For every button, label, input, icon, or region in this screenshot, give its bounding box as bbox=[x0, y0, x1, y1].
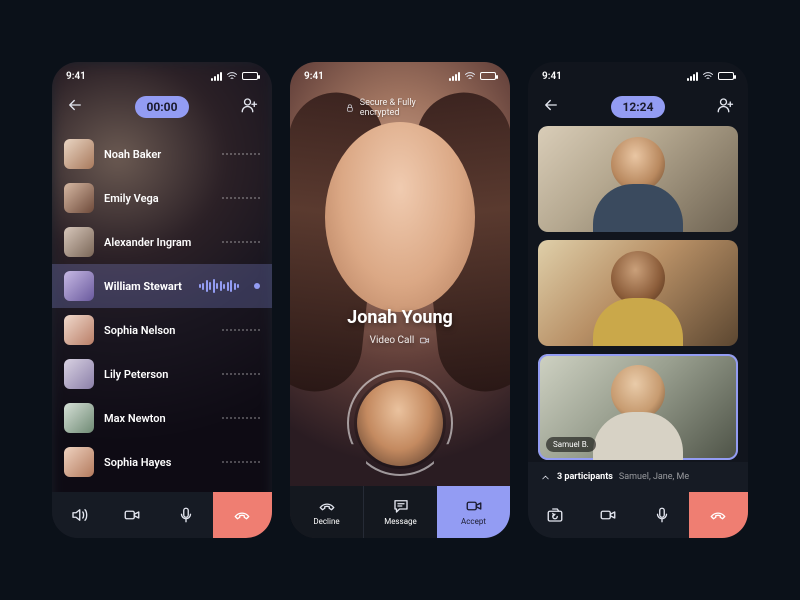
idle-indicator bbox=[222, 417, 260, 419]
call-timer-badge: 12:24 bbox=[611, 96, 666, 118]
encryption-notice: Secure & Fully encrypted bbox=[345, 98, 455, 118]
screen-group-video: 9:41 12:24 Samuel B. 3 participants Samu bbox=[528, 62, 748, 538]
video-tile-active[interactable]: Samuel B. bbox=[538, 354, 738, 460]
accept-button[interactable]: Accept bbox=[437, 486, 510, 538]
participants-count: 3 participants bbox=[557, 472, 613, 482]
avatar bbox=[64, 447, 94, 477]
status-bar: 9:41 bbox=[52, 62, 272, 90]
video-toggle-button[interactable] bbox=[106, 492, 160, 538]
encryption-label: Secure & Fully encrypted bbox=[360, 98, 455, 118]
back-button[interactable] bbox=[66, 96, 84, 118]
participant-name: Sophia Hayes bbox=[104, 456, 212, 469]
idle-indicator bbox=[222, 461, 260, 463]
video-tile[interactable] bbox=[538, 240, 738, 346]
hangup-icon bbox=[318, 497, 336, 515]
add-participant-button[interactable] bbox=[240, 96, 258, 118]
accept-label: Accept bbox=[461, 517, 486, 526]
status-time: 9:41 bbox=[66, 71, 86, 82]
screen-incoming-call: 9:41 Secure & Fully encrypted Jonah Youn… bbox=[290, 62, 510, 538]
call-controls-bar bbox=[528, 492, 748, 538]
avatar bbox=[64, 271, 94, 301]
battery-icon bbox=[242, 72, 258, 80]
battery-icon bbox=[718, 72, 734, 80]
message-button[interactable]: Message bbox=[364, 486, 437, 538]
video-tile[interactable] bbox=[538, 126, 738, 232]
participant-row[interactable]: Sophia Nelson bbox=[52, 308, 272, 352]
participant-name: William Stewart bbox=[104, 280, 189, 293]
avatar bbox=[64, 359, 94, 389]
status-bar: 9:41 bbox=[528, 62, 748, 90]
avatar bbox=[64, 139, 94, 169]
wifi-icon bbox=[226, 70, 238, 82]
idle-indicator bbox=[222, 329, 260, 331]
avatar bbox=[64, 183, 94, 213]
message-label: Message bbox=[384, 517, 417, 526]
flip-camera-button[interactable] bbox=[528, 492, 582, 538]
participant-name: Emily Vega bbox=[104, 192, 212, 205]
video-icon bbox=[419, 335, 430, 346]
add-participant-button[interactable] bbox=[716, 96, 734, 118]
participant-row[interactable]: Max Newton bbox=[52, 396, 272, 440]
video-icon bbox=[465, 497, 483, 515]
idle-indicator bbox=[222, 197, 260, 199]
message-icon bbox=[392, 497, 410, 515]
participant-name: Alexander Ingram bbox=[104, 236, 212, 249]
hangup-button[interactable] bbox=[689, 492, 748, 538]
wifi-icon bbox=[464, 70, 476, 82]
screen-audio-conference: 9:41 00:00 Noah Baker Emily Vega Alexander… bbox=[52, 62, 272, 538]
recording-dot-icon bbox=[254, 283, 260, 289]
back-button[interactable] bbox=[542, 96, 560, 118]
participants-names: Samuel, Jane, Me bbox=[619, 472, 689, 482]
signal-icon bbox=[687, 72, 698, 81]
participant-list: Noah Baker Emily Vega Alexander Ingram Will… bbox=[52, 132, 272, 492]
video-toggle-button[interactable] bbox=[582, 492, 636, 538]
chevron-up-icon bbox=[540, 472, 551, 483]
participant-name: Lily Peterson bbox=[104, 368, 212, 381]
decline-button[interactable]: Decline bbox=[290, 486, 364, 538]
avatar bbox=[64, 403, 94, 433]
participant-name: Max Newton bbox=[104, 412, 212, 425]
idle-indicator bbox=[222, 373, 260, 375]
call-controls-bar bbox=[52, 492, 272, 538]
participant-row[interactable]: Lily Peterson bbox=[52, 352, 272, 396]
participant-row[interactable]: William Stewart bbox=[52, 264, 272, 308]
mute-button[interactable] bbox=[159, 492, 213, 538]
self-preview[interactable] bbox=[357, 380, 443, 466]
participant-row[interactable]: Alexander Ingram bbox=[52, 220, 272, 264]
signal-icon bbox=[449, 72, 460, 81]
participants-row[interactable]: 3 participants Samuel, Jane, Me bbox=[528, 462, 748, 492]
avatar bbox=[64, 315, 94, 345]
mute-button[interactable] bbox=[635, 492, 689, 538]
caller-name: Jonah Young bbox=[290, 307, 510, 328]
call-timer-badge: 00:00 bbox=[135, 96, 190, 118]
call-type-label: Video Call bbox=[370, 335, 431, 346]
idle-indicator bbox=[222, 241, 260, 243]
video-tiles: Samuel B. bbox=[538, 126, 738, 460]
decline-label: Decline bbox=[313, 517, 339, 526]
status-bar: 9:41 bbox=[290, 62, 510, 90]
participant-name: Noah Baker bbox=[104, 148, 212, 161]
avatar bbox=[64, 227, 94, 257]
status-time: 9:41 bbox=[542, 71, 562, 82]
incoming-call-actions: Decline Message Accept bbox=[290, 486, 510, 538]
battery-icon bbox=[480, 72, 496, 80]
hangup-button[interactable] bbox=[213, 492, 272, 538]
speaker-button[interactable] bbox=[52, 492, 106, 538]
participant-name: Sophia Nelson bbox=[104, 324, 212, 337]
idle-indicator bbox=[222, 153, 260, 155]
participant-row[interactable]: Emily Vega bbox=[52, 176, 272, 220]
waveform-icon bbox=[199, 279, 240, 293]
progress-ring-icon bbox=[347, 370, 453, 476]
participant-row[interactable]: Noah Baker bbox=[52, 132, 272, 176]
wifi-icon bbox=[702, 70, 714, 82]
status-time: 9:41 bbox=[304, 71, 324, 82]
speaker-name-chip: Samuel B. bbox=[546, 437, 596, 452]
signal-icon bbox=[211, 72, 222, 81]
participant-row[interactable]: Sophia Hayes bbox=[52, 440, 272, 484]
